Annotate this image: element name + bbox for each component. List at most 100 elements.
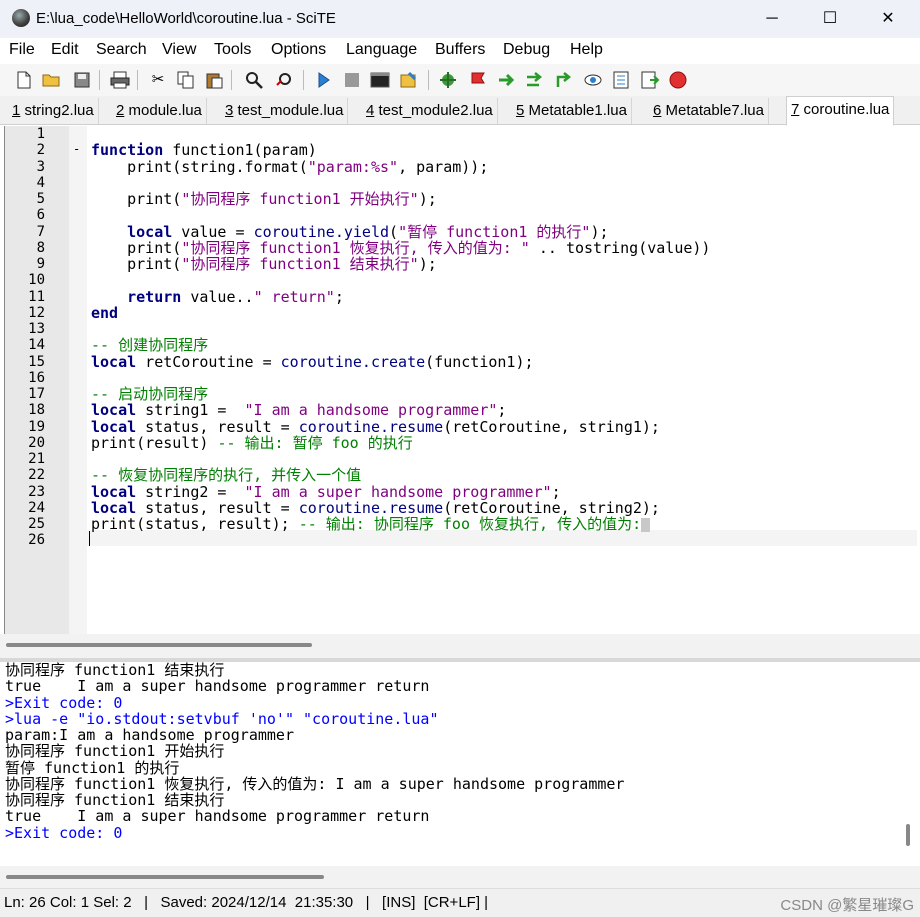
kill-icon[interactable] xyxy=(667,69,689,91)
call-stack-icon[interactable] xyxy=(639,69,661,91)
compile-icon[interactable] xyxy=(313,69,335,91)
line-number: 10 xyxy=(28,272,45,289)
code-line: local status, result = coroutine.resume(… xyxy=(91,418,660,435)
code-line: local status, result = coroutine.resume(… xyxy=(91,500,660,516)
print-icon[interactable] xyxy=(109,69,131,91)
replace-icon[interactable] xyxy=(273,69,295,91)
scite-app-icon xyxy=(12,9,30,27)
tab-string2[interactable]: 1 string2.lua xyxy=(8,98,99,124)
stop-icon[interactable] xyxy=(341,69,363,91)
minimize-button[interactable]: ─ xyxy=(752,6,792,32)
title-bar: E:\lua_code\HelloWorld\coroutine.lua - S… xyxy=(0,0,920,38)
tab-test-module[interactable]: 3 test_module.lua xyxy=(221,98,349,124)
tab-label: Metatable1.lua xyxy=(524,102,627,119)
output-pane[interactable]: 协同程序 function1 结束执行 true I am a super ha… xyxy=(4,662,916,866)
code-line: print("协同程序 function1 恢复执行, 传入的值为: " .. … xyxy=(91,240,710,256)
code-text-area[interactable]: function function1(param) print(string.f… xyxy=(87,126,917,634)
code-line: local string2 = "I am a super handsome p… xyxy=(91,483,561,500)
watch-icon[interactable] xyxy=(582,69,604,91)
output-line: 协同程序 function1 结束执行 xyxy=(5,791,225,809)
scrollbar-thumb[interactable] xyxy=(6,875,324,879)
line-number: 17 xyxy=(28,386,45,402)
output-vertical-scrollbar[interactable] xyxy=(906,824,910,846)
code-line: print("协同程序 function1 结束执行"); xyxy=(91,256,437,272)
inline-comment: -- 输出: 协同程序 foo 恢复执行, 传入的值为: xyxy=(298,515,642,533)
menu-options[interactable]: Options xyxy=(271,41,326,59)
open-folder-icon[interactable] xyxy=(41,69,63,91)
keyword: local xyxy=(91,352,137,371)
tab-metatable7[interactable]: 6 Metatable7.lua xyxy=(649,98,769,124)
code-line: function function1(param) xyxy=(91,142,317,158)
watermark: CSDN @繁星璀璨G xyxy=(780,897,914,914)
line-number: 12 xyxy=(28,304,45,321)
line-number: 7 xyxy=(36,223,45,240)
output-line: param:I am a handsome programmer xyxy=(5,726,294,744)
menu-language[interactable]: Language xyxy=(346,41,417,59)
line-number: 3 xyxy=(36,158,45,175)
line-number: 14 xyxy=(28,337,45,354)
editor-horizontal-scrollbar[interactable] xyxy=(0,634,920,658)
step-over-icon[interactable] xyxy=(496,69,518,91)
menu-tools[interactable]: Tools xyxy=(214,41,251,59)
debug-run-icon[interactable] xyxy=(437,69,459,91)
line-number-gutter: 1 2 3 4 5 6 7 8 9 10 11 12 13 14 15 16 1… xyxy=(5,126,69,634)
scrollbar-thumb[interactable] xyxy=(6,643,312,647)
find-icon[interactable] xyxy=(243,69,265,91)
toolbar-separator xyxy=(303,70,304,90)
terminal-icon[interactable] xyxy=(369,69,391,91)
code-text: ; xyxy=(334,287,344,306)
tab-test-module2[interactable]: 4 test_module2.lua xyxy=(362,98,498,124)
menu-help[interactable]: Help xyxy=(570,41,603,59)
menu-buffers[interactable]: Buffers xyxy=(435,41,485,59)
toolbar-separator xyxy=(137,70,138,90)
code-text: value.. xyxy=(181,287,254,306)
comment-line: -- 创建协同程序 xyxy=(91,336,209,355)
library-function: coroutine.create xyxy=(280,352,426,371)
tab-coroutine[interactable]: 7 coroutine.lua xyxy=(786,96,895,126)
line-number: 6 xyxy=(36,207,45,224)
code-line: return value.." return"; xyxy=(91,287,344,306)
line-number: 1 xyxy=(36,126,45,142)
fold-marker-icon[interactable]: - xyxy=(73,142,80,156)
code-line: end xyxy=(91,305,118,321)
close-button[interactable]: ✕ xyxy=(868,6,908,32)
fold-margin[interactable] xyxy=(69,126,87,634)
maximize-button[interactable]: ☐ xyxy=(810,6,850,32)
comment-line: -- 启动协同程序 xyxy=(91,385,209,403)
code-line: print(status, result); -- 输出: 协同程序 foo 恢… xyxy=(91,515,651,533)
save-icon[interactable] xyxy=(71,69,93,91)
output-horizontal-scrollbar[interactable] xyxy=(0,866,920,888)
new-file-icon[interactable] xyxy=(13,69,35,91)
tab-label: string2.lua xyxy=(20,102,94,119)
menu-edit[interactable]: Edit xyxy=(51,41,79,59)
copy-icon[interactable] xyxy=(175,69,197,91)
step-out-icon[interactable] xyxy=(553,69,575,91)
keyword: return xyxy=(127,287,182,306)
line-number: 22 xyxy=(28,467,45,484)
breakpoints-icon[interactable] xyxy=(610,69,632,91)
tab-module[interactable]: 2 module.lua xyxy=(112,98,207,124)
paste-icon[interactable] xyxy=(203,69,225,91)
string-literal: " return" xyxy=(253,287,335,306)
menu-debug[interactable]: Debug xyxy=(503,41,550,59)
build-icon[interactable] xyxy=(398,69,420,91)
output-line: true I am a super handsome programmer re… xyxy=(5,807,430,826)
output-line: >Exit code: 0 xyxy=(5,693,123,712)
line-number: 23 xyxy=(28,483,45,500)
menu-view[interactable]: View xyxy=(162,41,196,59)
code-line: local string1 = "I am a handsome program… xyxy=(91,402,506,418)
line-number: 18 xyxy=(28,402,45,419)
string-literal: "协同程序 function1 开始执行" xyxy=(181,190,419,208)
line-number: 8 xyxy=(36,239,45,256)
menu-file[interactable]: File xyxy=(9,41,35,59)
code-editor[interactable]: 1 2 3 4 5 6 7 8 9 10 11 12 13 14 15 16 1… xyxy=(4,126,917,634)
step-into-icon[interactable] xyxy=(524,69,546,91)
bookmark-flag-icon[interactable] xyxy=(467,69,489,91)
string-literal: "param:%s" xyxy=(307,157,399,176)
menu-search[interactable]: Search xyxy=(96,41,147,59)
line-number: 4 xyxy=(36,174,45,191)
cut-icon[interactable]: ✂ xyxy=(147,69,169,91)
output-line: true I am a super handsome programmer re… xyxy=(5,677,430,696)
tab-metatable1[interactable]: 5 Metatable1.lua xyxy=(512,98,632,124)
tab-label: module.lua xyxy=(124,102,202,119)
